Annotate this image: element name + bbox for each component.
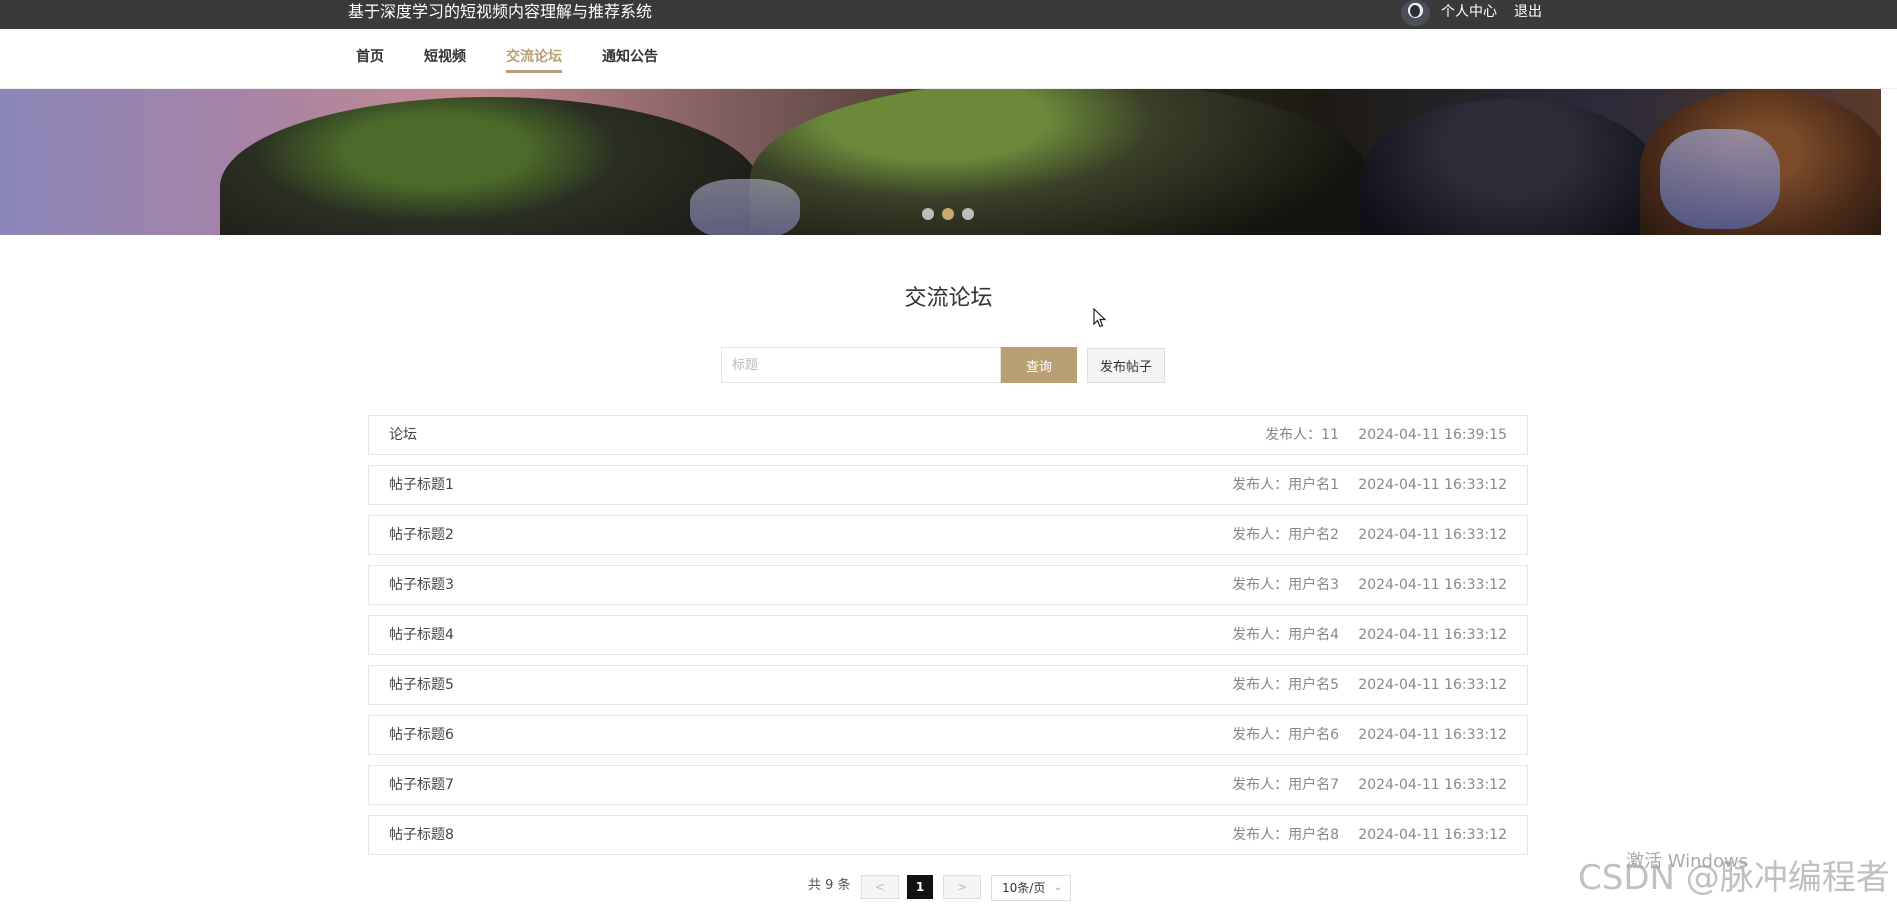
banner-image	[220, 97, 760, 235]
page-number-current[interactable]: 1	[907, 875, 933, 899]
post-row[interactable]: 帖子标题7 发布人：用户名7 2024-04-11 16:33:12	[368, 765, 1528, 805]
banner-image-rock	[1360, 99, 1660, 235]
post-row[interactable]: 帖子标题5 发布人：用户名5 2024-04-11 16:33:12	[368, 665, 1528, 705]
post-title: 帖子标题6	[389, 727, 454, 743]
post-author: 发布人：用户名7	[1232, 777, 1339, 793]
post-title: 帖子标题3	[389, 577, 454, 593]
page-title: 交流论坛	[904, 286, 993, 311]
query-button[interactable]: 查询	[1001, 347, 1077, 383]
banner-image-water	[1660, 129, 1780, 229]
post-time: 2024-04-11 16:33:12	[1358, 527, 1507, 543]
next-page-button[interactable]: >	[943, 875, 981, 899]
banner-image-rock	[750, 89, 1370, 235]
carousel-dot-1[interactable]	[922, 208, 934, 220]
carousel-dot-2[interactable]	[942, 208, 954, 220]
post-time: 2024-04-11 16:33:12	[1358, 627, 1507, 643]
banner-image-water	[690, 179, 800, 235]
post-time: 2024-04-11 16:33:12	[1358, 477, 1507, 493]
post-title: 帖子标题7	[389, 777, 454, 793]
prev-page-button[interactable]: <	[861, 875, 899, 899]
top-bar: 基于深度学习的短视频内容理解与推荐系统 个人中心 退出	[0, 0, 1897, 29]
post-author: 发布人：用户名3	[1232, 577, 1339, 593]
post-row[interactable]: 帖子标题6 发布人：用户名6 2024-04-11 16:33:12	[368, 715, 1528, 755]
nav-item-short-video[interactable]: 短视频	[424, 47, 466, 67]
post-row[interactable]: 帖子标题4 发布人：用户名4 2024-04-11 16:33:12	[368, 615, 1528, 655]
post-title: 论坛	[389, 427, 417, 443]
mouse-cursor-icon	[1093, 308, 1107, 328]
post-title: 帖子标题8	[389, 827, 454, 843]
carousel-dot-3[interactable]	[962, 208, 974, 220]
post-title: 帖子标题4	[389, 627, 454, 643]
post-time: 2024-04-11 16:39:15	[1358, 427, 1507, 443]
post-title: 帖子标题1	[389, 477, 454, 493]
post-time: 2024-04-11 16:33:12	[1358, 677, 1507, 693]
total-count: 共 9 条	[808, 878, 851, 893]
page-size-select[interactable]: 10条/页 ⌄	[991, 875, 1071, 901]
nav-item-forum[interactable]: 交流论坛	[506, 47, 562, 67]
banner-carousel	[0, 89, 1881, 235]
post-time: 2024-04-11 16:33:12	[1358, 727, 1507, 743]
publish-post-button[interactable]: 发布帖子	[1087, 348, 1165, 383]
post-row[interactable]: 帖子标题3 发布人：用户名3 2024-04-11 16:33:12	[368, 565, 1528, 605]
post-title: 帖子标题2	[389, 527, 454, 543]
csdn-watermark: CSDN @脉冲编程者	[1578, 858, 1890, 898]
post-author: 发布人：用户名4	[1232, 627, 1339, 643]
logout-link[interactable]: 退出	[1514, 3, 1542, 21]
post-author: 发布人：用户名5	[1232, 677, 1339, 693]
post-time: 2024-04-11 16:33:12	[1358, 777, 1507, 793]
post-row[interactable]: 帖子标题1 发布人：用户名1 2024-04-11 16:33:12	[368, 465, 1528, 505]
post-row[interactable]: 帖子标题2 发布人：用户名2 2024-04-11 16:33:12	[368, 515, 1528, 555]
profile-link[interactable]: 个人中心	[1441, 3, 1497, 21]
post-title: 帖子标题5	[389, 677, 454, 693]
post-author: 发布人：用户名8	[1232, 827, 1339, 843]
page-size-value: 10条/页	[1002, 881, 1046, 895]
nav-item-notices[interactable]: 通知公告	[602, 47, 658, 67]
post-author: 发布人：用户名6	[1232, 727, 1339, 743]
search-input[interactable]	[721, 347, 1001, 383]
post-author: 发布人：用户名1	[1232, 477, 1339, 493]
site-title: 基于深度学习的短视频内容理解与推荐系统	[348, 2, 653, 21]
nav-active-indicator	[506, 70, 562, 73]
chevron-down-icon: ⌄	[1053, 882, 1062, 893]
post-row[interactable]: 论坛 发布人：11 2024-04-11 16:39:15	[368, 415, 1528, 455]
post-time: 2024-04-11 16:33:12	[1358, 577, 1507, 593]
nav-item-home[interactable]: 首页	[356, 47, 384, 67]
post-time: 2024-04-11 16:33:12	[1358, 827, 1507, 843]
post-author: 发布人：用户名2	[1232, 527, 1339, 543]
post-author: 发布人：11	[1265, 427, 1339, 443]
avatar[interactable]	[1401, 0, 1430, 26]
post-row[interactable]: 帖子标题8 发布人：用户名8 2024-04-11 16:33:12	[368, 815, 1528, 855]
main-nav: 首页 短视频 交流论坛 通知公告	[0, 29, 1897, 89]
